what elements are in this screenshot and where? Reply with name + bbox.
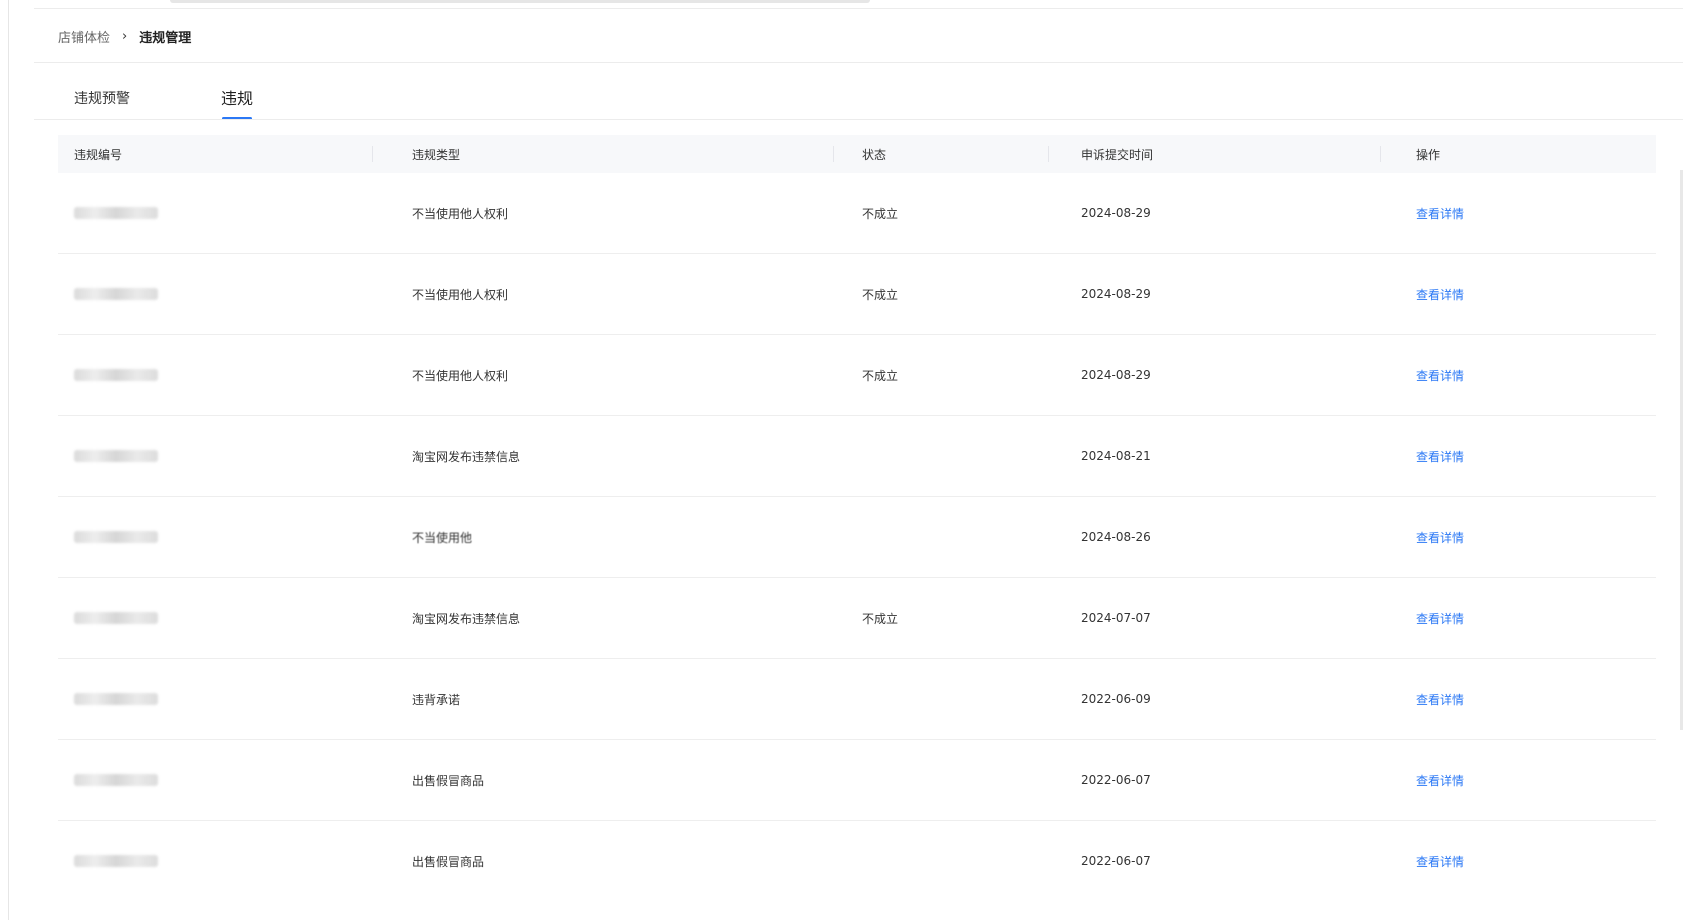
view-details-link[interactable]: 查看详情 [1416, 254, 1464, 334]
violation-type: 违背承诺 [412, 692, 461, 707]
appeal-date: 2022-06-07 [1081, 773, 1151, 787]
breadcrumb-chevron-icon: › [122, 28, 128, 44]
table-row: 出售假冒商品 2022-06-07 查看详情 [58, 821, 1656, 901]
view-details-link[interactable]: 查看详情 [1416, 578, 1464, 658]
appeal-date: 2024-08-26 [1081, 530, 1151, 544]
tabs-divider [34, 119, 1683, 120]
violation-type: 淘宝网发布违禁信息 [412, 611, 521, 626]
redacted-id-block [74, 207, 158, 219]
violation-status: 不成立 [862, 287, 899, 302]
table-row: 违背承诺 2022-06-09 查看详情 [58, 659, 1656, 740]
redacted-id-block [74, 693, 158, 705]
violation-id-redacted [74, 173, 158, 253]
header-actions: 操作 [1416, 147, 1441, 162]
violation-type: 不当使用他 [412, 530, 473, 545]
column-divider [1380, 146, 1381, 162]
violation-id-redacted [74, 335, 158, 415]
view-details-link[interactable]: 查看详情 [1416, 173, 1464, 253]
tab-bar: 违规预警 违规 [34, 80, 1683, 120]
redacted-id-block [74, 369, 158, 381]
appeal-date: 2022-06-09 [1081, 692, 1151, 706]
violation-type: 不当使用他人权利 [412, 287, 509, 302]
violation-id-redacted [74, 578, 158, 658]
breadcrumb-store-checkup[interactable]: 店铺体检 [58, 27, 110, 46]
table-row: 不当使用他人权利 不成立 2024-08-29 查看详情 [58, 254, 1656, 335]
table-body: 不当使用他人权利 不成立 2024-08-29 查看详情 不当使用他人权利 不成… [58, 173, 1656, 901]
view-details-link[interactable]: 查看详情 [1416, 497, 1464, 577]
view-details-link[interactable]: 查看详情 [1416, 821, 1464, 901]
violation-id-redacted [74, 416, 158, 496]
violation-id-redacted [74, 254, 158, 334]
tab-label: 违规 [221, 89, 254, 108]
redacted-id-block [74, 612, 158, 624]
redacted-id-block [74, 774, 158, 786]
header-violation-id: 违规编号 [74, 147, 123, 162]
violation-type: 出售假冒商品 [412, 773, 485, 788]
tab-violation[interactable]: 违规 [221, 80, 253, 120]
header-appeal-time: 申诉提交时间 [1081, 147, 1154, 162]
appeal-date: 2022-06-07 [1081, 854, 1151, 868]
column-divider [1048, 146, 1049, 162]
violation-type: 不当使用他人权利 [412, 368, 509, 383]
redacted-id-block [74, 531, 158, 543]
top-search-bar-edge[interactable] [170, 0, 870, 3]
appeal-date: 2024-08-21 [1081, 449, 1151, 463]
violation-id-redacted [74, 740, 158, 820]
violation-table: 违规编号 违规类型 状态 申诉提交时间 操作 不当使用他人权利 不成立 2024… [58, 135, 1656, 901]
table-row: 淘宝网发布违禁信息 2024-08-21 查看详情 [58, 416, 1656, 497]
table-row: 淘宝网发布违禁信息 不成立 2024-07-07 查看详情 [58, 578, 1656, 659]
appeal-date: 2024-08-29 [1081, 287, 1151, 301]
breadcrumb-current: 违规管理 [139, 30, 192, 46]
violation-status: 不成立 [862, 368, 899, 383]
view-details-link[interactable]: 查看详情 [1416, 740, 1464, 820]
violation-id-redacted [74, 821, 158, 901]
violation-id-redacted [74, 497, 158, 577]
view-details-link[interactable]: 查看详情 [1416, 416, 1464, 496]
view-details-link[interactable]: 查看详情 [1416, 659, 1464, 739]
violation-id-redacted [74, 659, 158, 739]
header-status: 状态 [862, 147, 887, 162]
appeal-date: 2024-07-07 [1081, 611, 1151, 625]
left-border [8, 0, 9, 920]
appeal-date: 2024-08-29 [1081, 368, 1151, 382]
violation-type: 不当使用他人权利 [412, 206, 509, 221]
column-divider [372, 146, 373, 162]
tab-label: 违规预警 [74, 91, 130, 107]
violation-status: 不成立 [862, 611, 899, 626]
table-header: 违规编号 违规类型 状态 申诉提交时间 操作 [58, 135, 1656, 173]
table-row: 不当使用他人权利 不成立 2024-08-29 查看详情 [58, 335, 1656, 416]
appeal-date: 2024-08-29 [1081, 206, 1151, 220]
column-divider [833, 146, 834, 162]
violation-type: 淘宝网发布违禁信息 [412, 449, 521, 464]
table-row: 出售假冒商品 2022-06-07 查看详情 [58, 740, 1656, 821]
breadcrumb: 店铺体检 › 违规管理 [58, 26, 191, 46]
view-details-link[interactable]: 查看详情 [1416, 335, 1464, 415]
header-violation-type: 违规类型 [412, 147, 461, 162]
table-row: 不当使用他 2024-08-26 查看详情 [58, 497, 1656, 578]
violation-status: 不成立 [862, 206, 899, 221]
breadcrumb-divider [34, 62, 1683, 63]
table-row: 不当使用他人权利 不成立 2024-08-29 查看详情 [58, 173, 1656, 254]
redacted-id-block [74, 855, 158, 867]
violation-type: 出售假冒商品 [412, 854, 485, 869]
violation-management-page: 店铺体检 › 违规管理 违规预警 违规 违规编号 违规类型 状态 申诉提交时间 … [0, 0, 1683, 920]
tab-violation-warning[interactable]: 违规预警 [74, 80, 130, 120]
redacted-id-block [74, 288, 158, 300]
redacted-id-block [74, 450, 158, 462]
